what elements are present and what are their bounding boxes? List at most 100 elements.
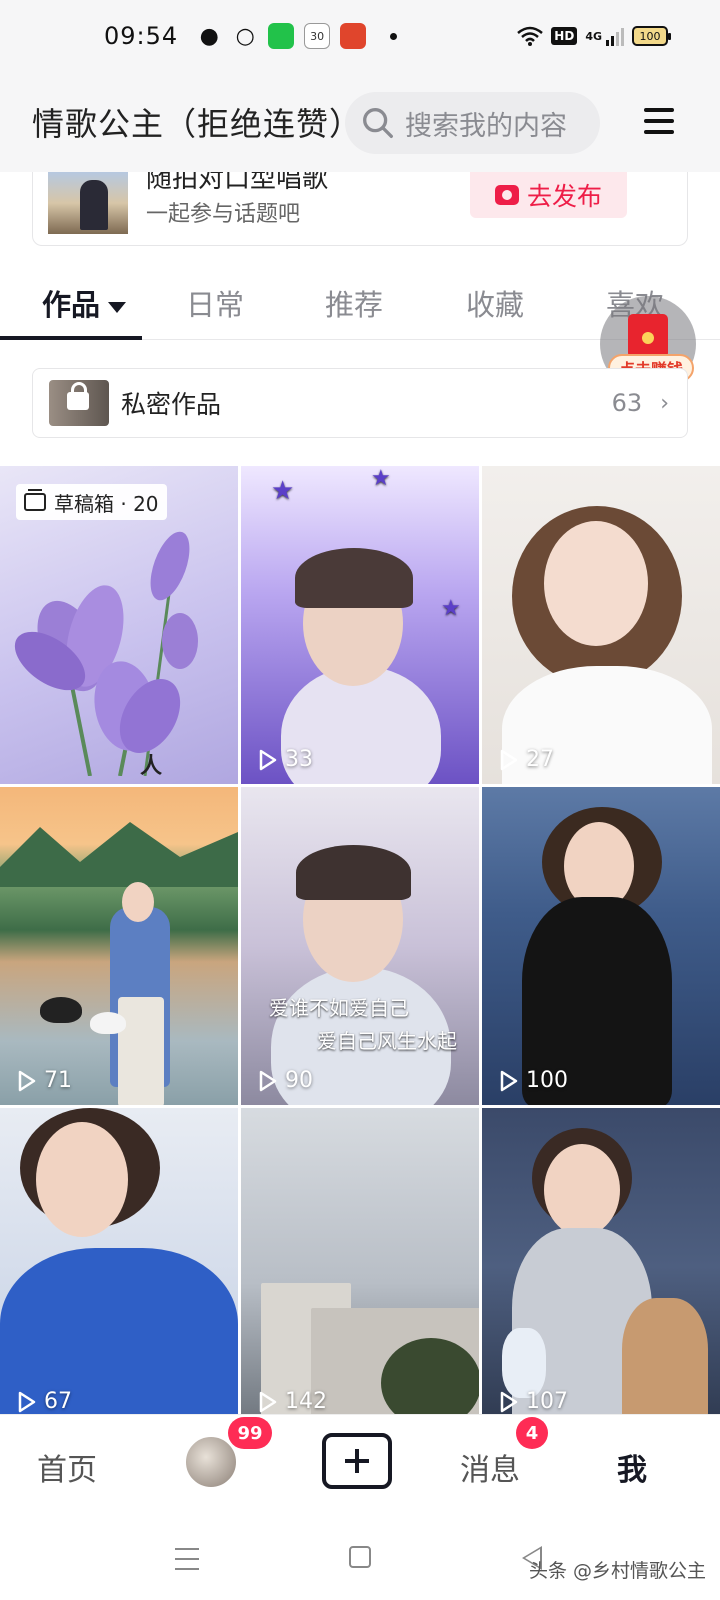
star-icon: ★ <box>271 476 295 506</box>
tile-artwork-text: 人 <box>140 754 163 779</box>
camera-icon <box>494 185 519 205</box>
play-icon <box>500 749 518 770</box>
challenge-title: 随拍对口型唱歌 <box>146 172 329 194</box>
play-count: 90 <box>255 1068 313 1093</box>
play-icon <box>259 749 277 770</box>
wifi-icon <box>517 26 544 46</box>
video-tile[interactable]: 100 <box>482 787 720 1105</box>
play-count-value: 100 <box>526 1068 568 1093</box>
draft-box-icon <box>24 489 46 511</box>
draft-box-badge[interactable]: 草稿箱 · 20 <box>16 484 167 520</box>
play-icon <box>18 1391 36 1412</box>
network-type: 4G <box>585 29 602 43</box>
play-count-value: 27 <box>526 747 554 772</box>
publish-button[interactable]: 去发布 <box>470 172 627 218</box>
caret-down-icon <box>108 301 127 313</box>
nav-home[interactable]: 首页 <box>37 1445 97 1489</box>
play-icon <box>259 1070 277 1091</box>
create-plus-button[interactable] <box>322 1433 392 1489</box>
video-grid: 人 草稿箱 · 20 ★ ★ ★ 33 27 71 爱谁不如爱自己 爱自己风生水… <box>0 466 720 1426</box>
play-count-value: 107 <box>526 1389 568 1414</box>
wechat-icon: ● <box>199 23 219 49</box>
star-icon: ★ <box>371 466 391 491</box>
lock-icon <box>67 382 89 410</box>
private-works-count: 63 <box>611 389 643 417</box>
play-count-value: 67 <box>44 1389 72 1414</box>
notification-icons: ● ○ 30 <box>196 23 398 49</box>
chevron-right-icon: › <box>660 390 669 416</box>
tab-daily[interactable]: 日常 <box>186 282 244 324</box>
lyric-line-1: 爱谁不如爱自己 <box>269 996 409 1020</box>
nav-messages[interactable]: 消息 <box>460 1445 520 1489</box>
play-count-value: 142 <box>285 1389 327 1414</box>
hamburger-icon[interactable] <box>644 108 674 134</box>
play-icon <box>500 1070 518 1091</box>
play-icon <box>18 1070 36 1091</box>
topic-challenge-card[interactable]: 随拍对口型唱歌 一起参与话题吧 去发布 <box>32 172 688 246</box>
challenge-thumbnail <box>48 172 128 234</box>
play-count: 33 <box>255 747 313 772</box>
profile-name: 情歌公主（拒绝连赞） <box>32 105 363 143</box>
tab-works-label: 作品 <box>42 288 101 322</box>
play-icon <box>259 1391 277 1412</box>
friends-badge: 99 <box>228 1417 272 1449</box>
chat-bubble-icon: ○ <box>235 23 255 49</box>
video-tile[interactable]: 142 <box>241 1108 479 1426</box>
hd-icon: HD <box>551 27 578 45</box>
play-icon <box>500 1391 518 1412</box>
green-app-icon <box>268 23 295 49</box>
tab-recommend-label: 推荐 <box>325 288 384 322</box>
play-count-value: 90 <box>285 1068 313 1093</box>
star-icon: ★ <box>441 596 461 621</box>
red-envelope-icon <box>628 314 668 358</box>
video-tile[interactable]: 71 <box>0 787 238 1105</box>
more-notifications-dot <box>390 32 398 40</box>
tab-works[interactable]: 作品 <box>42 282 127 324</box>
lotus-artwork <box>14 531 198 776</box>
status-time: 09:54 <box>104 22 179 50</box>
play-count: 27 <box>496 747 554 772</box>
play-count: 142 <box>255 1389 327 1414</box>
video-tile[interactable]: ★ ★ ★ 33 <box>241 466 479 784</box>
play-count-value: 71 <box>44 1068 72 1093</box>
tab-favorites-label: 收藏 <box>466 288 525 322</box>
battery-level: 100 <box>639 29 661 43</box>
system-navigation-bar: 头条 @乡村情歌公主 <box>0 1522 720 1600</box>
search-input[interactable]: 搜索我的内容 <box>345 92 600 154</box>
play-count: 107 <box>496 1389 568 1414</box>
publish-label: 去发布 <box>526 182 602 211</box>
tab-daily-label: 日常 <box>186 288 245 322</box>
mountains-artwork <box>0 822 238 887</box>
play-count: 71 <box>14 1068 72 1093</box>
recent-apps-icon[interactable] <box>175 1548 199 1570</box>
home-square-icon[interactable] <box>349 1546 371 1568</box>
private-thumbnail <box>49 380 109 426</box>
profile-header: 情歌公主（拒绝连赞） 搜索我的内容 <box>0 72 720 172</box>
status-bar: 09:54 ● ○ 30 HD 4G 100 <box>0 0 720 72</box>
video-tile[interactable]: 107 <box>482 1108 720 1426</box>
game-app-icon <box>340 23 367 49</box>
calendar-icon: 30 <box>304 23 331 49</box>
play-count: 67 <box>14 1389 72 1414</box>
video-tile[interactable]: 67 <box>0 1108 238 1426</box>
video-tile[interactable]: 27 <box>482 466 720 784</box>
signal-icon <box>606 26 624 46</box>
system-status-icons: HD 4G 100 <box>517 26 671 46</box>
nav-me[interactable]: 我 <box>617 1445 647 1489</box>
bottom-navigation: 首页 99 消息 4 我 <box>0 1414 720 1522</box>
draft-box-label: 草稿箱 · 20 <box>54 491 159 516</box>
tab-favorites[interactable]: 收藏 <box>466 282 524 324</box>
nav-friends-avatar[interactable] <box>184 1435 238 1489</box>
tab-recommend[interactable]: 推荐 <box>325 282 383 324</box>
messages-badge: 4 <box>516 1417 548 1449</box>
challenge-subtitle: 一起参与话题吧 <box>146 202 301 227</box>
battery-icon: 100 <box>632 26 671 46</box>
private-works-row[interactable]: 私密作品 63 › <box>32 368 688 438</box>
play-count-value: 33 <box>285 747 313 772</box>
video-tile-draft[interactable]: 人 草稿箱 · 20 <box>0 466 238 784</box>
search-placeholder: 搜索我的内容 <box>405 110 567 142</box>
video-tile[interactable]: 爱谁不如爱自己 爱自己风生水起 90 <box>241 787 479 1105</box>
search-icon <box>363 108 393 138</box>
lyric-line-2: 爱自己风生水起 <box>317 1029 457 1053</box>
active-tab-indicator <box>0 336 142 340</box>
